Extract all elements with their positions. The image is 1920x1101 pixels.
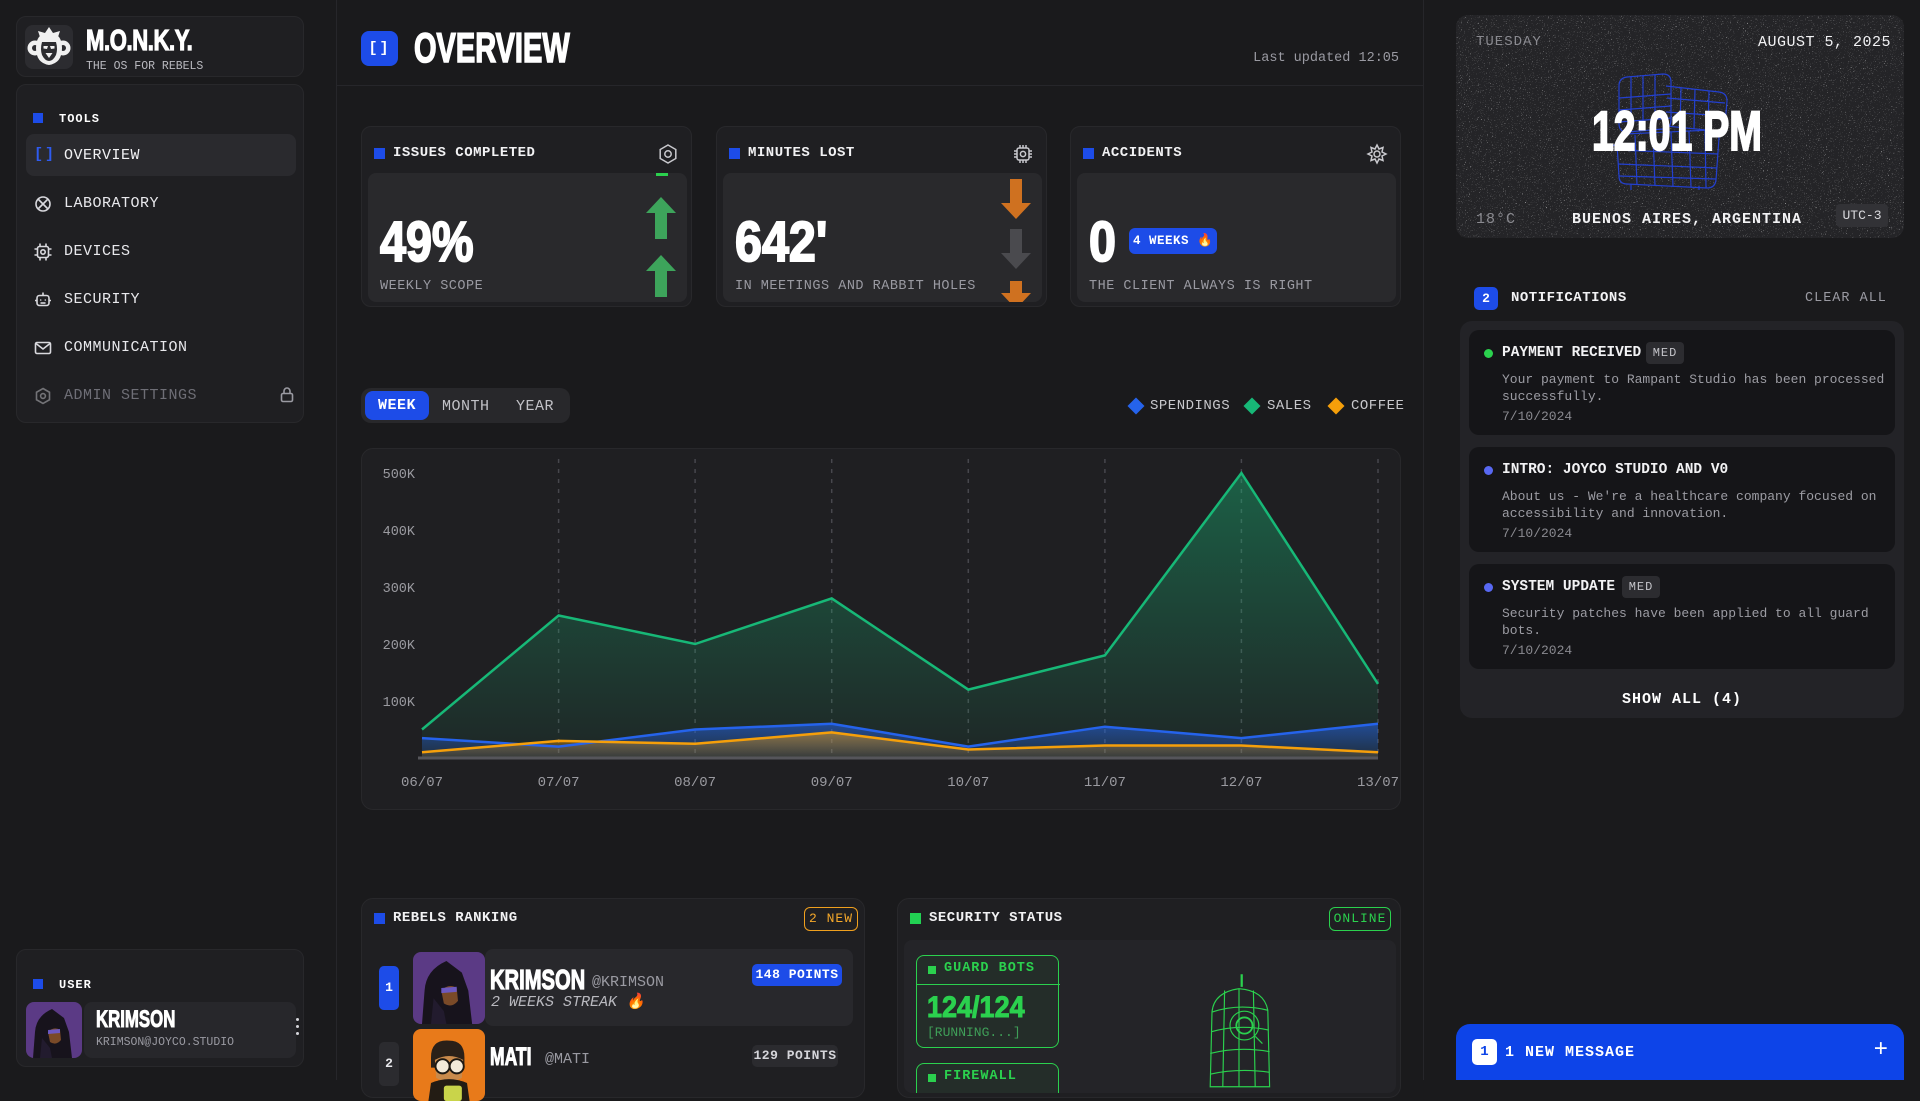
- svg-text:07/07: 07/07: [538, 775, 580, 791]
- svg-text:06/07: 06/07: [401, 775, 443, 791]
- svg-text:12/07: 12/07: [1220, 775, 1262, 791]
- svg-text:400K: 400K: [383, 525, 416, 540]
- svg-text:11/07: 11/07: [1084, 775, 1126, 791]
- svg-text:10/07: 10/07: [947, 775, 989, 791]
- svg-text:200K: 200K: [383, 639, 416, 654]
- svg-text:09/07: 09/07: [811, 775, 853, 791]
- svg-text:08/07: 08/07: [674, 775, 716, 791]
- svg-text:13/07: 13/07: [1357, 775, 1399, 791]
- svg-text:300K: 300K: [383, 582, 416, 597]
- svg-text:100K: 100K: [383, 696, 416, 711]
- svg-text:500K: 500K: [383, 468, 416, 483]
